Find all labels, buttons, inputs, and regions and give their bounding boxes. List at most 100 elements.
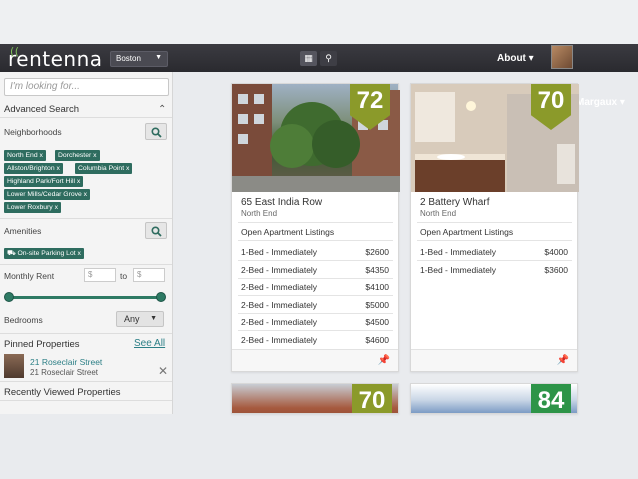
city-label: Boston bbox=[116, 54, 141, 63]
tag-neighborhood[interactable]: Allston/Brighton x bbox=[4, 163, 63, 174]
unit-type[interactable]: 2-Bed - Immediately bbox=[241, 282, 317, 292]
divider bbox=[0, 264, 172, 265]
divider bbox=[238, 222, 393, 223]
close-icon[interactable]: ✕ bbox=[158, 364, 168, 378]
divider bbox=[238, 240, 393, 241]
sidebar: I'm looking for... Advanced Search ⌃ Nei… bbox=[0, 72, 173, 414]
user-menu[interactable]: Margaux ▾ bbox=[576, 97, 625, 108]
search-icon bbox=[151, 226, 162, 237]
divider bbox=[238, 278, 393, 279]
tag-neighborhood[interactable]: Lower Mills/Cedar Grove x bbox=[4, 189, 91, 200]
unit-price: $2600 bbox=[365, 247, 389, 257]
pinned-property-thumbnail[interactable] bbox=[4, 354, 24, 378]
rent-max-input[interactable]: $ bbox=[133, 268, 165, 282]
rent-to-label: to bbox=[120, 271, 128, 281]
divider bbox=[0, 117, 172, 118]
listing-card[interactable]: 84 bbox=[410, 383, 578, 414]
pinned-properties-title: Pinned Properties bbox=[4, 339, 80, 350]
neighborhoods-label: Neighborhoods bbox=[4, 127, 62, 137]
logo-text: rentenna bbox=[8, 47, 103, 71]
pin-icon[interactable]: 📌 bbox=[557, 355, 569, 366]
divider bbox=[0, 333, 172, 334]
unit-type[interactable]: 2-Bed - Immediately bbox=[241, 335, 317, 345]
signal-icon: (( bbox=[10, 45, 20, 58]
unit-price: $5000 bbox=[365, 300, 389, 310]
tag-amenity[interactable]: ⛟ On-site Parking Lot x bbox=[4, 248, 84, 259]
unit-type[interactable]: 2-Bed - Immediately bbox=[241, 300, 317, 310]
bedrooms-value: Any bbox=[124, 314, 140, 324]
divider bbox=[0, 400, 172, 401]
listing-card[interactable]: 70 bbox=[231, 383, 399, 414]
open-listings-title: Open Apartment Listings bbox=[420, 227, 514, 237]
amenities-label: Amenities bbox=[4, 226, 42, 236]
rent-slider-min-handle[interactable] bbox=[4, 292, 14, 302]
listing-address[interactable]: 2 Battery Wharf bbox=[420, 197, 489, 208]
tag-neighborhood[interactable]: Columbia Point x bbox=[75, 163, 133, 174]
divider bbox=[238, 260, 393, 261]
monthly-rent-label: Monthly Rent bbox=[4, 271, 55, 281]
listing-card[interactable]: 70 2 Battery Wharf North End Open Apartm… bbox=[410, 83, 579, 372]
tag-neighborhood[interactable]: Lower Roxbury x bbox=[4, 202, 61, 213]
pinned-property-link[interactable]: 21 Roseclair Street bbox=[30, 357, 102, 367]
about-menu[interactable]: About ▾ bbox=[497, 53, 534, 64]
pinned-property-address: 21 Roseclair Street bbox=[30, 368, 99, 377]
grid-view-icon[interactable]: ▦ bbox=[300, 51, 317, 66]
see-all-link[interactable]: See All bbox=[134, 338, 165, 349]
top-navbar: ((rentenna Boston ▼ ▦ ⚲ About ▾ Margaux … bbox=[0, 44, 638, 108]
listing-neighborhood: North End bbox=[241, 209, 278, 218]
unit-price: $4500 bbox=[365, 317, 389, 327]
tag-neighborhood[interactable]: North End x bbox=[4, 150, 46, 161]
score-badge: 70 bbox=[352, 384, 392, 413]
divider bbox=[0, 381, 172, 382]
slide-background-bottom bbox=[0, 414, 638, 479]
tag-neighborhood[interactable]: Dorchester x bbox=[55, 150, 100, 161]
rent-min-input[interactable]: $ bbox=[84, 268, 116, 282]
slide-background-top bbox=[0, 0, 638, 44]
divider bbox=[417, 240, 572, 241]
about-label: About bbox=[497, 53, 526, 64]
divider bbox=[238, 330, 393, 331]
search-input[interactable]: I'm looking for... bbox=[4, 78, 169, 96]
unit-price: $3600 bbox=[544, 265, 568, 275]
recently-viewed-title: Recently Viewed Properties bbox=[4, 387, 121, 398]
chevron-up-icon[interactable]: ⌃ bbox=[158, 104, 166, 115]
unit-type[interactable]: 1-Bed - Immediately bbox=[420, 265, 496, 275]
avatar[interactable] bbox=[551, 45, 573, 69]
bedrooms-label: Bedrooms bbox=[4, 315, 43, 325]
divider bbox=[417, 222, 572, 223]
pin-icon[interactable]: 📌 bbox=[378, 355, 390, 366]
city-selector[interactable]: Boston ▼ bbox=[110, 51, 168, 67]
advanced-search-title: Advanced Search bbox=[4, 104, 79, 115]
listing-neighborhood: North End bbox=[420, 209, 457, 218]
caret-down-icon: ▼ bbox=[150, 315, 157, 322]
score-badge: 84 bbox=[531, 384, 571, 413]
bedrooms-select[interactable]: Any ▼ bbox=[116, 311, 164, 327]
listing-address[interactable]: 65 East India Row bbox=[241, 197, 322, 208]
divider bbox=[417, 260, 572, 261]
parking-icon: ⛟ bbox=[7, 250, 18, 257]
amenity-search-button[interactable] bbox=[145, 222, 167, 239]
divider bbox=[0, 218, 172, 219]
unit-price: $4600 bbox=[365, 335, 389, 345]
listing-card[interactable]: 72 65 East India Row North End Open Apar… bbox=[231, 83, 400, 372]
unit-price: $4000 bbox=[544, 247, 568, 257]
rent-slider-track[interactable] bbox=[8, 296, 164, 299]
unit-type[interactable]: 1-Bed - Immediately bbox=[241, 247, 317, 257]
unit-type[interactable]: 1-Bed - Immediately bbox=[420, 247, 496, 257]
card-footer: 📌 bbox=[232, 349, 398, 371]
unit-type[interactable]: 2-Bed - Immediately bbox=[241, 317, 317, 327]
caret-down-icon: ▼ bbox=[155, 54, 162, 61]
tag-amenity-label: On-site Parking Lot x bbox=[17, 250, 81, 257]
search-icon bbox=[151, 127, 162, 138]
unit-type[interactable]: 2-Bed - Immediately bbox=[241, 265, 317, 275]
rent-slider-max-handle[interactable] bbox=[156, 292, 166, 302]
map-pin-icon[interactable]: ⚲ bbox=[320, 51, 337, 66]
rentenna-logo[interactable]: ((rentenna bbox=[8, 45, 103, 71]
open-listings-title: Open Apartment Listings bbox=[241, 227, 335, 237]
tag-neighborhood[interactable]: Highland Park/Fort Hill x bbox=[4, 176, 84, 187]
user-name: Margaux bbox=[576, 97, 618, 108]
divider bbox=[238, 295, 393, 296]
unit-price: $4100 bbox=[365, 282, 389, 292]
unit-price: $4350 bbox=[365, 265, 389, 275]
neighborhood-search-button[interactable] bbox=[145, 123, 167, 140]
